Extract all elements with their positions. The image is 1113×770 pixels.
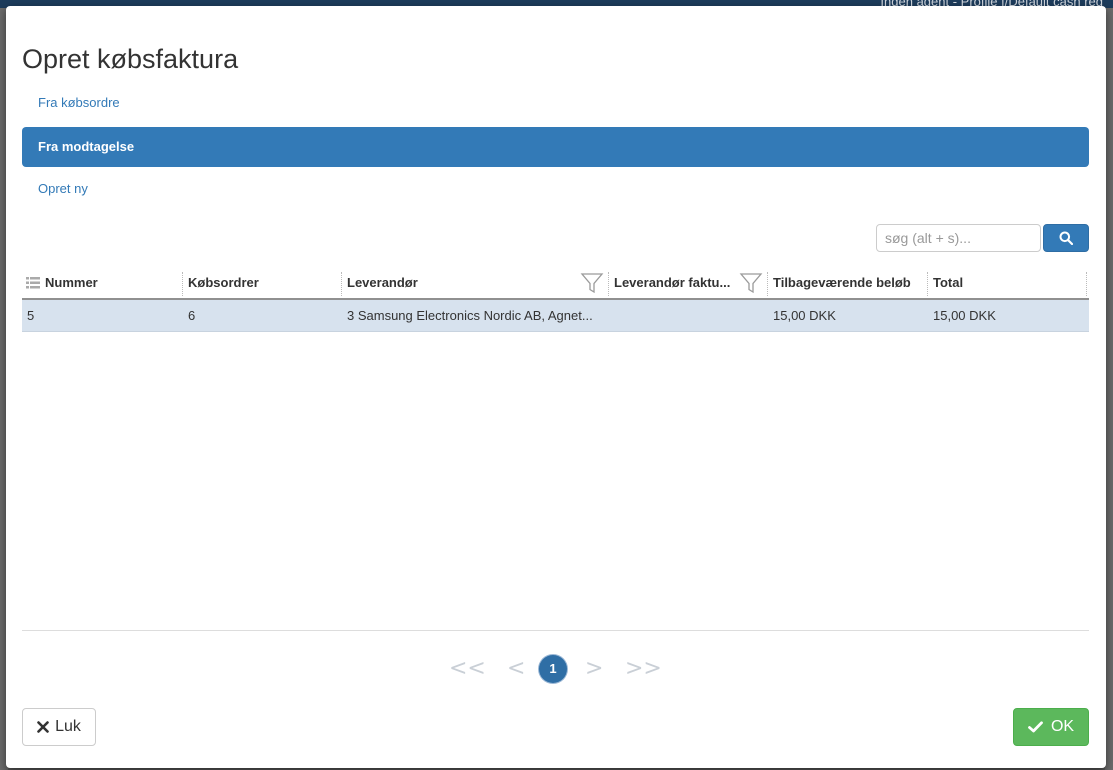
footer-divider <box>22 630 1089 631</box>
close-button-label: Luk <box>55 718 81 735</box>
column-separator[interactable] <box>927 272 928 296</box>
ok-button-label: OK <box>1050 718 1075 735</box>
close-button[interactable]: Luk <box>22 708 96 746</box>
column-header-nummer[interactable]: Nummer <box>45 268 175 298</box>
dialog-title: Opret købsfaktura <box>22 44 239 74</box>
cell-leverandoer: 3 Samsung Electronics Nordic AB, Agnet..… <box>347 308 593 323</box>
cell-total: 15,00 DKK <box>933 308 996 323</box>
column-header-leverandoer-faktura[interactable]: Leverandør faktu... <box>614 268 738 298</box>
pagination: << < 1 > >> <box>6 655 1106 683</box>
pager-first[interactable]: << <box>449 655 486 683</box>
pager-previous[interactable]: < <box>507 655 525 683</box>
column-separator[interactable] <box>767 272 768 296</box>
search-input[interactable] <box>876 224 1041 252</box>
column-header-leverandoer[interactable]: Leverandør <box>347 268 577 298</box>
column-separator[interactable] <box>1086 272 1087 296</box>
filter-icon[interactable] <box>739 271 763 295</box>
background-right-edge <box>1105 8 1113 770</box>
times-icon <box>37 721 49 733</box>
search-button[interactable] <box>1043 224 1089 252</box>
create-purchase-invoice-dialog: Opret købsfaktura Fra købsordre Fra modt… <box>6 6 1106 768</box>
pager-last[interactable]: >> <box>625 655 662 683</box>
nav-create-new[interactable]: Opret ny <box>22 169 1089 209</box>
cell-tilbagevaerende-beloeb: 15,00 DKK <box>773 308 836 323</box>
column-header-tilbagevaerende-beloeb[interactable]: Tilbageværende beløb <box>773 268 928 298</box>
column-header-total[interactable]: Total <box>933 268 1083 298</box>
pager-next[interactable]: > <box>585 655 603 683</box>
invoice-grid: Nummer Købsordrer Leverandør Leverandør … <box>22 268 1089 332</box>
pager-current-page[interactable]: 1 <box>539 655 567 683</box>
grid-header: Nummer Købsordrer Leverandør Leverandør … <box>22 268 1089 300</box>
cell-nummer: 5 <box>27 308 35 323</box>
column-separator[interactable] <box>182 272 183 296</box>
nav-from-purchase-order[interactable]: Fra købsordre <box>22 83 1089 123</box>
check-icon <box>1028 721 1043 733</box>
nav-from-receipt[interactable]: Fra modtagelse <box>22 127 1089 167</box>
table-row[interactable]: 5 6 3 Samsung Electronics Nordic AB, Agn… <box>22 300 1089 332</box>
column-separator[interactable] <box>608 272 609 296</box>
filter-icon[interactable] <box>580 271 604 295</box>
column-list-icon[interactable] <box>26 277 40 289</box>
search-icon <box>1059 231 1073 245</box>
column-separator[interactable] <box>341 272 342 296</box>
column-header-koebsordrer[interactable]: Købsordrer <box>188 268 338 298</box>
cell-leverandoer-faktura <box>614 300 764 332</box>
cell-koebsordrer: 6 <box>188 308 196 323</box>
ok-button[interactable]: OK <box>1013 708 1089 746</box>
